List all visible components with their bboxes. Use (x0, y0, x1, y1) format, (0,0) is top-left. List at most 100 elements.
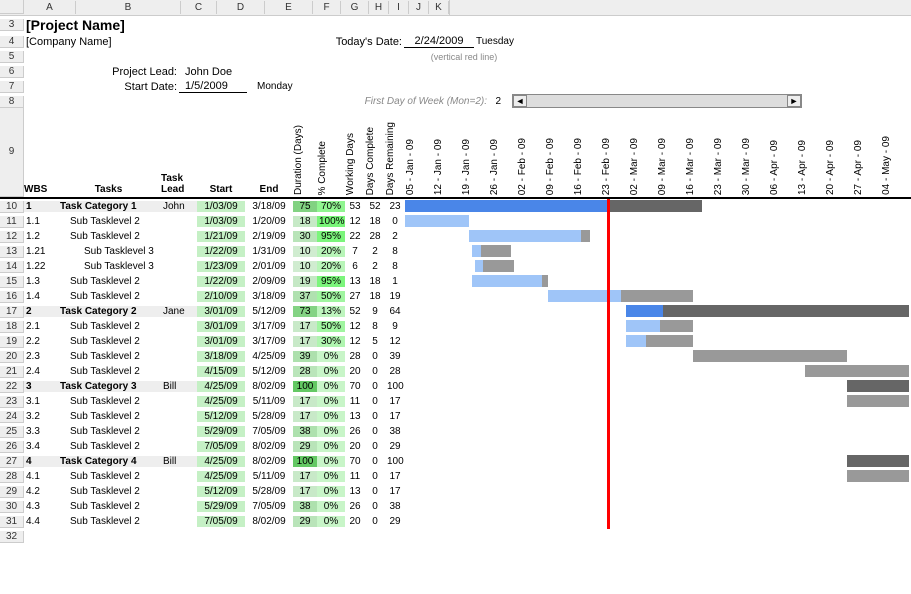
cell-pct[interactable]: 0% (317, 396, 345, 407)
cell-task[interactable]: Sub Tasklevel 2 (56, 216, 161, 227)
cell-pct[interactable]: 0% (317, 441, 345, 452)
cell-dc[interactable]: 0 (365, 516, 385, 527)
cell-task[interactable]: Sub Tasklevel 2 (56, 321, 161, 332)
cell-wd[interactable]: 12 (345, 216, 365, 227)
cell-dc[interactable]: 8 (365, 321, 385, 332)
cell-wbs[interactable]: 3.1 (24, 396, 56, 407)
cell-pct[interactable]: 95% (317, 276, 345, 287)
cell-pct[interactable]: 95% (317, 231, 345, 242)
cell-wd[interactable]: 26 (345, 501, 365, 512)
cell-wd[interactable]: 12 (345, 336, 365, 347)
cell-start[interactable]: 7/05/09 (197, 516, 245, 527)
cell-task[interactable]: Sub Tasklevel 2 (56, 516, 161, 527)
cell-pct[interactable]: 20% (317, 246, 345, 257)
cell-pct[interactable]: 13% (317, 306, 345, 317)
cell-dc[interactable]: 2 (365, 246, 385, 257)
cell-wd[interactable]: 20 (345, 441, 365, 452)
cell-task[interactable]: Sub Tasklevel 2 (56, 426, 161, 437)
cell-wbs[interactable]: 3.2 (24, 411, 56, 422)
cell-task[interactable]: Task Category 1 (56, 201, 161, 212)
cell-pct[interactable]: 0% (317, 351, 345, 362)
start-date[interactable]: 1/5/2009 (179, 80, 247, 93)
cell-dc[interactable]: 18 (365, 291, 385, 302)
cell-dc[interactable]: 9 (365, 306, 385, 317)
col-pct[interactable]: % Complete (317, 139, 345, 197)
cell-wd[interactable]: 28 (345, 351, 365, 362)
cell-start[interactable]: 5/12/09 (197, 486, 245, 497)
cell-wd[interactable]: 70 (345, 456, 365, 467)
cell-wd[interactable]: 52 (345, 306, 365, 317)
cell-dr[interactable]: 2 (385, 231, 405, 242)
cell-wbs[interactable]: 1.2 (24, 231, 56, 242)
cell-pct[interactable]: 50% (317, 291, 345, 302)
cell-start[interactable]: 7/05/09 (197, 441, 245, 452)
col-duration[interactable]: Duration (Days) (293, 123, 317, 197)
cell-start[interactable]: 1/21/09 (197, 231, 245, 242)
cell-duration[interactable]: 10 (293, 261, 317, 272)
cell-wbs[interactable]: 2 (24, 306, 56, 317)
cell-end[interactable]: 5/12/09 (245, 306, 293, 317)
cell-wbs[interactable]: 4.4 (24, 516, 56, 527)
cell-dc[interactable]: 0 (365, 366, 385, 377)
cell-start[interactable]: 4/25/09 (197, 456, 245, 467)
cell-dr[interactable]: 17 (385, 396, 405, 407)
cell-dc[interactable]: 2 (365, 261, 385, 272)
column-letter[interactable]: E (265, 1, 313, 14)
cell-pct[interactable]: 100% (317, 216, 345, 227)
cell-task[interactable]: Sub Tasklevel 2 (56, 411, 161, 422)
first-day-value[interactable]: 2 (489, 96, 503, 107)
column-letter[interactable]: I (389, 1, 409, 14)
cell-duration[interactable]: 17 (293, 321, 317, 332)
cell-end[interactable]: 3/17/09 (245, 336, 293, 347)
cell-wbs[interactable]: 1.4 (24, 291, 56, 302)
cell-duration[interactable]: 19 (293, 276, 317, 287)
scroll-right-icon[interactable]: ► (787, 95, 801, 107)
col-start[interactable]: Start (197, 184, 245, 197)
cell-dr[interactable]: 39 (385, 351, 405, 362)
cell-duration[interactable]: 17 (293, 396, 317, 407)
cell-duration[interactable]: 100 (293, 381, 317, 392)
cell-start[interactable]: 5/12/09 (197, 411, 245, 422)
cell-dr[interactable]: 23 (385, 201, 405, 212)
cell-wd[interactable]: 22 (345, 231, 365, 242)
cell-end[interactable]: 4/25/09 (245, 351, 293, 362)
cell-pct[interactable]: 0% (317, 366, 345, 377)
col-lead[interactable]: Task Lead (161, 173, 197, 197)
cell-end[interactable]: 5/28/09 (245, 486, 293, 497)
cell-dr[interactable]: 100 (385, 456, 405, 467)
cell-dr[interactable]: 12 (385, 336, 405, 347)
cell-dc[interactable]: 18 (365, 216, 385, 227)
cell-duration[interactable]: 29 (293, 516, 317, 527)
cell-dr[interactable]: 64 (385, 306, 405, 317)
column-letter[interactable]: H (369, 1, 389, 14)
cell-start[interactable]: 5/29/09 (197, 501, 245, 512)
cell-task[interactable]: Task Category 4 (56, 456, 161, 467)
cell-pct[interactable]: 0% (317, 411, 345, 422)
column-letter[interactable]: J (409, 1, 429, 14)
cell-wbs[interactable]: 1.22 (24, 261, 56, 272)
cell-lead[interactable]: Jane (161, 306, 197, 317)
cell-lead[interactable]: Bill (161, 381, 197, 392)
cell-wd[interactable]: 6 (345, 261, 365, 272)
cell-lead[interactable]: Bill (161, 456, 197, 467)
cell-task[interactable]: Sub Tasklevel 2 (56, 441, 161, 452)
cell-dc[interactable]: 5 (365, 336, 385, 347)
cell-duration[interactable]: 18 (293, 216, 317, 227)
cell-wbs[interactable]: 2.4 (24, 366, 56, 377)
cell-dc[interactable]: 0 (365, 486, 385, 497)
cell-wd[interactable]: 13 (345, 411, 365, 422)
cell-wbs[interactable]: 2.2 (24, 336, 56, 347)
col-wd[interactable]: Working Days (345, 131, 365, 197)
cell-duration[interactable]: 75 (293, 201, 317, 212)
cell-pct[interactable]: 0% (317, 501, 345, 512)
col-tasks[interactable]: Tasks (56, 184, 161, 197)
cell-start[interactable]: 1/23/09 (197, 261, 245, 272)
cell-end[interactable]: 2/01/09 (245, 261, 293, 272)
cell-dc[interactable]: 28 (365, 231, 385, 242)
cell-start[interactable]: 1/22/09 (197, 246, 245, 257)
cell-dr[interactable]: 38 (385, 501, 405, 512)
cell-wd[interactable]: 13 (345, 276, 365, 287)
cell-duration[interactable]: 17 (293, 336, 317, 347)
col-dc[interactable]: Days Complete (365, 125, 385, 197)
cell-wd[interactable]: 11 (345, 396, 365, 407)
